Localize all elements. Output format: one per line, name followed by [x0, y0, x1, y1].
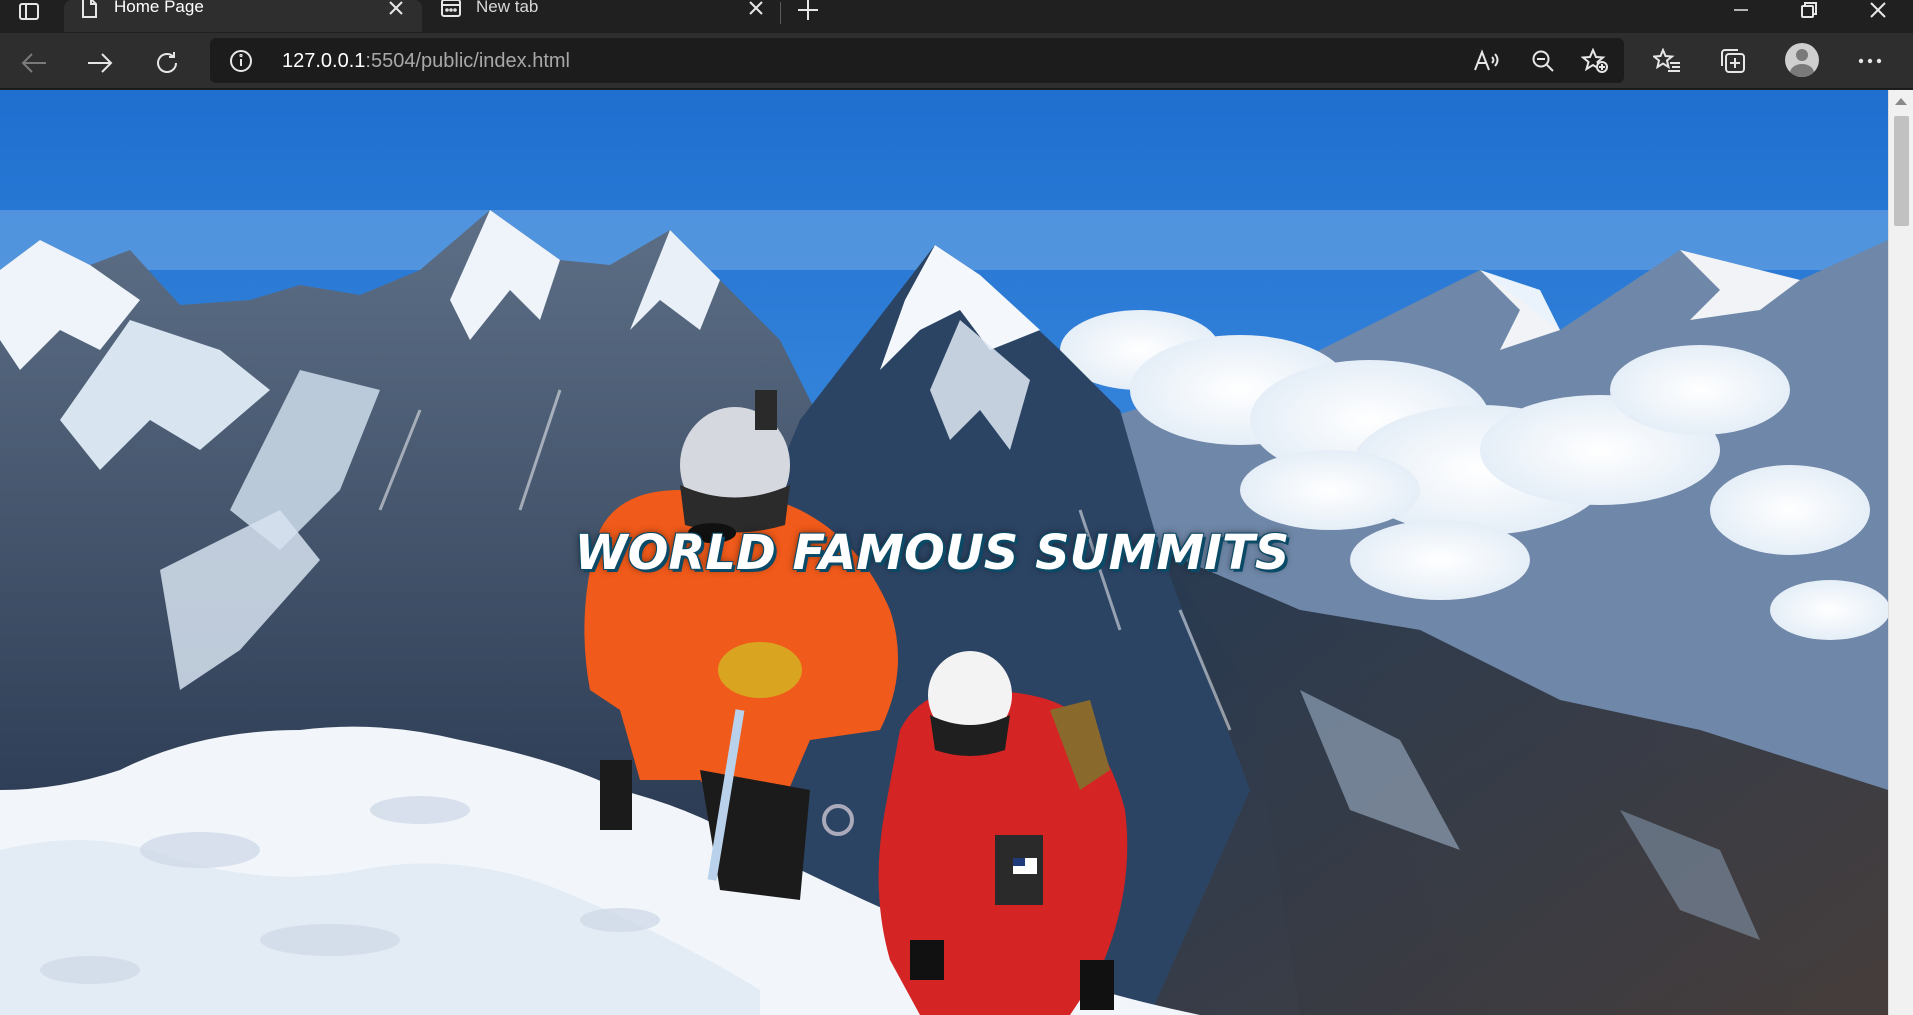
address-bar[interactable]: 127.0.0.1:5504/public/index.html [210, 38, 1624, 83]
url-path: :5504/public/index.html [365, 50, 570, 72]
close-icon [1870, 2, 1886, 18]
back-button[interactable] [14, 43, 54, 83]
restore-icon [1801, 2, 1817, 18]
newtab-page-icon [440, 0, 462, 19]
new-tab-button[interactable] [792, 0, 824, 20]
vertical-tabs-icon [19, 3, 39, 20]
tab-new-tab[interactable]: New tab [426, 0, 782, 32]
scroll-thumb[interactable] [1894, 116, 1909, 226]
tab-title: New tab [476, 0, 539, 16]
page-icon [78, 0, 100, 19]
url-host: 127.0.0.1 [282, 50, 366, 72]
url-text[interactable]: 127.0.0.1:5504/public/index.html [282, 50, 570, 73]
profile-avatar[interactable] [1785, 43, 1819, 77]
hero-title: WORLD FAMOUS SUMMITS [574, 525, 1290, 581]
collections-icon [1721, 49, 1745, 73]
tab-strip: Home Page New tab [0, 0, 1913, 33]
page-scrollbar[interactable] [1888, 90, 1913, 1015]
minimize-icon [1734, 9, 1748, 11]
favorites-list-icon [1653, 48, 1680, 72]
close-tab-icon[interactable] [384, 0, 408, 20]
hero-section: WORLD FAMOUS SUMMITS [0, 90, 1888, 1015]
page-viewport: WORLD FAMOUS SUMMITS [0, 90, 1888, 1015]
minimize-button[interactable] [1713, 0, 1769, 20]
refresh-button[interactable] [147, 43, 187, 83]
add-favorite-icon[interactable] [1580, 46, 1610, 76]
scroll-up-arrow-icon[interactable] [1895, 98, 1907, 105]
favorites-button[interactable] [1648, 42, 1686, 80]
zoom-out-icon[interactable] [1528, 46, 1558, 76]
settings-more-button[interactable] [1851, 42, 1889, 80]
tab-divider [780, 2, 781, 24]
close-window-button[interactable] [1850, 0, 1906, 20]
plus-icon [798, 0, 818, 20]
collections-button[interactable] [1714, 42, 1752, 80]
restore-button[interactable] [1781, 0, 1837, 20]
tab-actions-menu-button[interactable] [10, 0, 48, 24]
site-info-icon[interactable] [228, 48, 254, 74]
close-tab-icon[interactable] [744, 0, 768, 20]
refresh-icon [157, 52, 177, 73]
more-dots-icon [1858, 58, 1882, 64]
back-arrow-icon [21, 53, 46, 73]
browser-toolbar: 127.0.0.1:5504/public/index.html [0, 33, 1913, 89]
tab-home-page[interactable]: Home Page [64, 0, 422, 32]
forward-arrow-icon [88, 53, 113, 73]
tab-title: Home Page [114, 0, 204, 16]
read-aloud-icon[interactable] [1472, 46, 1502, 76]
forward-button[interactable] [80, 43, 120, 83]
